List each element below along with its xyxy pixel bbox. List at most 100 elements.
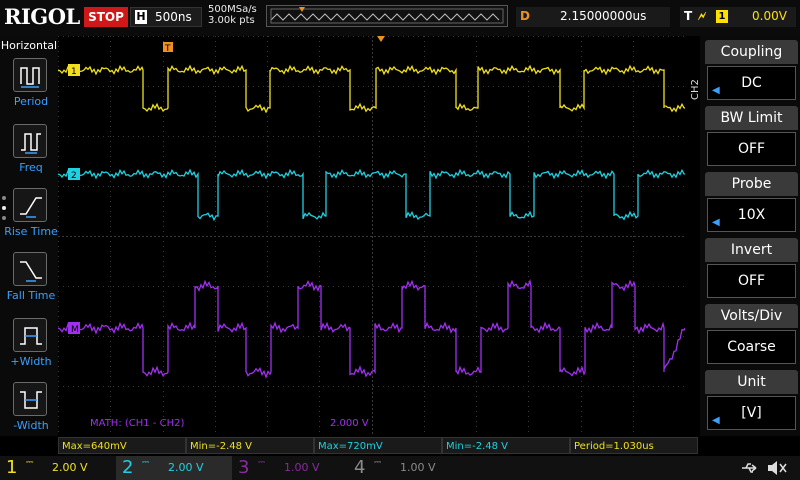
measurement-item[interactable]: Min=-2.48 V bbox=[442, 437, 570, 454]
channel-scale: 1.00 V bbox=[400, 461, 436, 474]
center-marker bbox=[377, 36, 385, 42]
menu-item-negative-width[interactable]: -Width bbox=[0, 382, 58, 444]
measurement-item[interactable]: Max=720mV bbox=[314, 437, 442, 454]
menu-item-title: Coupling bbox=[705, 40, 798, 64]
math-offset-marker[interactable]: M bbox=[68, 322, 80, 335]
trigger-position-marker[interactable]: T bbox=[163, 42, 173, 54]
channel-number: 3 bbox=[238, 457, 250, 478]
dc-coupling-icon: ⎓ bbox=[258, 458, 266, 468]
channel-number: 2 bbox=[122, 457, 134, 478]
menu-item-value: Coarse bbox=[707, 330, 796, 364]
status-bar: RIGOL STOP H 500ns 500MSa/s 3.00k pts D … bbox=[0, 0, 800, 36]
channel-4-tab[interactable]: 4 ⎓ 1.00 V bbox=[348, 456, 464, 480]
delay-control[interactable]: D 2.15000000us bbox=[516, 7, 670, 27]
horizontal-badge: H bbox=[135, 10, 147, 24]
ch1-offset-marker[interactable]: 1 bbox=[68, 64, 80, 77]
svg-text:T: T bbox=[164, 44, 171, 54]
menu-item-fall-time[interactable]: Fall Time bbox=[0, 252, 58, 314]
menu-item-period[interactable]: Period bbox=[0, 58, 58, 120]
svg-text:2: 2 bbox=[71, 171, 77, 181]
menu-item-value: ◀ [V] bbox=[707, 396, 796, 430]
menu-item-freq[interactable]: Freq bbox=[0, 124, 58, 186]
math-trace bbox=[57, 279, 686, 379]
select-arrow-icon: ◀ bbox=[712, 85, 720, 96]
math-function-label: MATH: (CH1 - CH2) bbox=[90, 418, 185, 429]
sound-muted-icon[interactable] bbox=[766, 460, 788, 476]
brand-logo: RIGOL bbox=[4, 4, 80, 29]
memory-overview-bar[interactable] bbox=[266, 5, 508, 27]
menu-item-rise-time[interactable]: Rise Time bbox=[0, 188, 58, 250]
select-arrow-icon: ◀ bbox=[712, 217, 720, 228]
menu-item-value: OFF bbox=[707, 132, 796, 166]
channel-scale: 2.00 V bbox=[52, 461, 88, 474]
trigger-control[interactable]: T 🗲 1 0.00V bbox=[680, 7, 796, 27]
ch2-offset-marker[interactable]: 2 bbox=[68, 168, 80, 181]
menu-item-title: Unit bbox=[705, 370, 798, 394]
rise-time-icon bbox=[13, 188, 47, 222]
menu-probe[interactable]: Probe ◀ 10X bbox=[705, 172, 798, 236]
measurement-item[interactable]: Max=640mV bbox=[58, 437, 186, 454]
menu-item-positive-width[interactable]: +Width bbox=[0, 318, 58, 380]
horizontal-menu: Horizontal Period Freq Rise Time Fall Ti… bbox=[0, 36, 58, 436]
menu-volts-div[interactable]: Volts/Div Coarse bbox=[705, 304, 798, 368]
menu-item-title: Volts/Div bbox=[705, 304, 798, 328]
delay-badge: D bbox=[520, 9, 530, 23]
menu-item-label: Period bbox=[13, 95, 49, 108]
delay-value: 2.15000000us bbox=[560, 9, 647, 23]
svg-text:1: 1 bbox=[71, 67, 77, 77]
frequency-measure-icon bbox=[13, 124, 47, 158]
channel-number: 1 bbox=[6, 457, 18, 478]
trigger-level: 0.00V bbox=[752, 9, 787, 23]
menu-item-value: ◀ 10X bbox=[707, 198, 796, 232]
waveform-display[interactable]: 1 2 M T bbox=[57, 36, 687, 437]
memory-overview-wave bbox=[270, 7, 504, 24]
dc-coupling-icon: ⎓ bbox=[26, 458, 34, 468]
menu-invert[interactable]: Invert OFF bbox=[705, 238, 798, 302]
timebase-value: 500ns bbox=[155, 10, 192, 24]
menu-item-label: Freq bbox=[19, 161, 43, 174]
dc-coupling-icon: ⎓ bbox=[142, 458, 150, 468]
period-measure-icon bbox=[13, 58, 47, 92]
menu-bw-limit[interactable]: BW Limit OFF bbox=[705, 106, 798, 170]
channel-3-tab[interactable]: 3 ⎓ 1.00 V bbox=[232, 456, 348, 480]
measurement-bar: Max=640mV Min=-2.48 V Max=720mV Min=-2.4… bbox=[58, 437, 700, 454]
menu-item-label: Fall Time bbox=[6, 289, 56, 302]
math-scale: 2.000 V bbox=[330, 418, 369, 429]
menu-page-dots bbox=[2, 196, 8, 256]
memory-depth: 3.00k pts bbox=[208, 15, 255, 26]
menu-item-label: -Width bbox=[13, 419, 49, 432]
menu-item-label: +Width bbox=[10, 355, 52, 368]
run-stop-indicator[interactable]: STOP bbox=[84, 7, 128, 27]
menu-item-value: OFF bbox=[707, 264, 796, 298]
waveform-canvas: 1 2 M T bbox=[57, 36, 687, 437]
channel-markers[interactable]: 1 2 M T bbox=[68, 36, 385, 335]
trigger-source: 1 bbox=[716, 10, 728, 23]
sample-rate: 500MSa/s bbox=[208, 4, 257, 15]
channel-2-tab[interactable]: 2 ⎓ 2.00 V bbox=[116, 456, 232, 480]
menu-title: Horizontal bbox=[0, 39, 58, 52]
negative-width-icon bbox=[13, 382, 47, 416]
menu-item-title: Probe bbox=[705, 172, 798, 196]
menu-channel-tag: CH2 bbox=[690, 79, 701, 100]
menu-unit[interactable]: Unit ◀ [V] bbox=[705, 370, 798, 434]
svg-text:M: M bbox=[71, 325, 79, 335]
graticule bbox=[58, 36, 686, 437]
trigger-badge: T bbox=[684, 9, 693, 23]
ch2-trace bbox=[57, 168, 686, 222]
measurement-item[interactable]: Min=-2.48 V bbox=[186, 437, 314, 454]
menu-item-title: BW Limit bbox=[705, 106, 798, 130]
menu-coupling[interactable]: Coupling ◀ DC bbox=[705, 40, 798, 104]
usb-icon bbox=[742, 463, 757, 473]
dc-coupling-icon: ⎓ bbox=[374, 458, 382, 468]
measurement-item[interactable]: Period=1.030us bbox=[570, 437, 698, 454]
menu-item-label: Rise Time bbox=[4, 225, 58, 238]
select-arrow-icon: ◀ bbox=[712, 415, 720, 426]
timebase-control[interactable]: H 500ns bbox=[130, 7, 202, 27]
channel-number: 4 bbox=[354, 457, 366, 478]
channel-bar: 1 ⎓ 2.00 V 2 ⎓ 2.00 V 3 ⎓ 1.00 V 4 ⎓ 1.0… bbox=[0, 456, 800, 480]
channel-1-tab[interactable]: 1 ⎓ 2.00 V bbox=[0, 456, 116, 480]
waveform-traces bbox=[57, 64, 687, 379]
positive-width-icon bbox=[13, 318, 47, 352]
menu-item-value: ◀ DC bbox=[707, 66, 796, 100]
channel-scale: 2.00 V bbox=[168, 461, 204, 474]
